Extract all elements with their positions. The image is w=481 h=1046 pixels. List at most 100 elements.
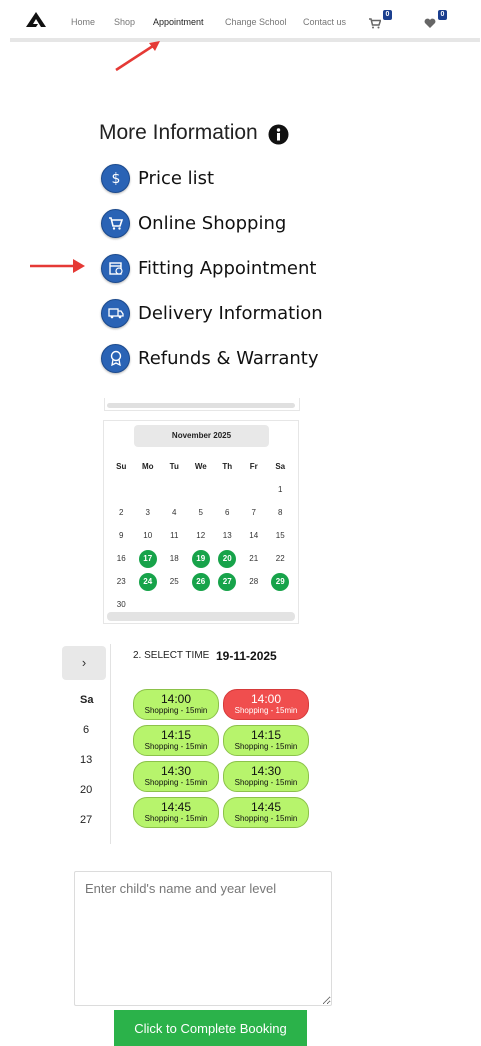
calendar-day-cell[interactable]: 26 bbox=[188, 572, 215, 591]
nav-appointment-link[interactable]: Appointment bbox=[153, 17, 204, 27]
nav-shop-link[interactable]: Shop bbox=[114, 17, 135, 27]
time-slot-label: Shopping - 15min bbox=[144, 778, 208, 787]
menu-item-label: Online Shopping bbox=[138, 212, 287, 234]
calendar-day-cell[interactable]: 4 bbox=[161, 508, 188, 517]
calendar-day-cell[interactable]: 19 bbox=[188, 549, 215, 568]
calendar-day[interactable]: 13 bbox=[80, 754, 92, 766]
calendar-day-cell[interactable]: 22 bbox=[267, 554, 294, 563]
calendar-day[interactable]: 20 bbox=[80, 784, 92, 796]
calendar-week-row: 2345678 bbox=[108, 501, 294, 524]
calendar-day-cell[interactable]: 24 bbox=[135, 572, 162, 591]
cart-button[interactable]: 0 bbox=[369, 10, 392, 34]
calendar-day-cell[interactable]: 23 bbox=[108, 577, 135, 586]
annotation-arrow-icon bbox=[115, 41, 160, 72]
time-slot-time: 14:45 bbox=[250, 800, 282, 814]
calendar-icon bbox=[101, 253, 130, 283]
time-slot-label: Shopping - 15min bbox=[144, 814, 208, 823]
wishlist-button[interactable]: 0 bbox=[424, 10, 447, 34]
calendar-day-cell[interactable]: 28 bbox=[241, 577, 268, 586]
time-slot[interactable]: 14:30 Shopping - 15min bbox=[133, 761, 219, 792]
time-slot-label: Shopping - 15min bbox=[144, 706, 208, 715]
cart-icon bbox=[369, 16, 382, 33]
time-slot-time: 14:15 bbox=[250, 728, 282, 742]
calendar-week-row: 16 17 18 19 20 21 22 bbox=[108, 547, 294, 570]
calendar-day-cell[interactable]: 5 bbox=[188, 508, 215, 517]
time-slot[interactable]: 14:15 Shopping - 15min bbox=[223, 725, 309, 756]
day-of-week-label: We bbox=[194, 462, 207, 471]
day-of-week-label: Tu bbox=[169, 462, 179, 471]
calendar-day-cell[interactable]: 6 bbox=[214, 508, 241, 517]
menu-item-online-shopping[interactable]: Online Shopping bbox=[101, 208, 286, 238]
time-slot[interactable]: 14:45 Shopping - 15min bbox=[133, 797, 219, 828]
selected-date: 19-11-2025 bbox=[216, 649, 277, 663]
available-day[interactable]: 29 bbox=[271, 572, 290, 591]
calendar-day-cell[interactable]: 8 bbox=[267, 508, 294, 517]
calendar-day-cell[interactable]: 30 bbox=[108, 600, 135, 609]
child-details-textarea[interactable] bbox=[74, 871, 332, 1006]
available-day[interactable]: 26 bbox=[191, 572, 210, 591]
calendar-day-cell[interactable]: 9 bbox=[108, 531, 135, 540]
nav-home-link[interactable]: Home bbox=[71, 17, 95, 27]
calendar-day-cell[interactable]: 20 bbox=[214, 549, 241, 568]
menu-item-label: Fitting Appointment bbox=[138, 257, 317, 279]
next-month-button[interactable]: › bbox=[62, 646, 106, 680]
calendar-day[interactable]: 6 bbox=[83, 724, 89, 736]
calendar-day-cell[interactable]: 2 bbox=[108, 508, 135, 517]
info-icon bbox=[268, 124, 289, 150]
menu-item-label: Refunds & Warranty bbox=[138, 347, 319, 369]
available-day[interactable]: 24 bbox=[138, 572, 157, 591]
complete-booking-button[interactable]: Click to Complete Booking bbox=[114, 1010, 307, 1046]
calendar-day-cell[interactable]: 1 bbox=[267, 485, 294, 494]
calendar-day-cell[interactable]: 15 bbox=[267, 531, 294, 540]
day-of-week-label: Fr bbox=[249, 462, 258, 471]
calendar-day-cell[interactable]: 25 bbox=[161, 577, 188, 586]
day-of-week-label: Sa bbox=[275, 462, 286, 471]
available-day[interactable]: 27 bbox=[218, 572, 237, 591]
time-slot-booked[interactable]: 14:00 Shopping - 15min bbox=[223, 689, 309, 720]
nav-change-school-link[interactable]: Change School bbox=[225, 17, 287, 27]
time-slot-time: 14:30 bbox=[250, 764, 282, 778]
badge-icon bbox=[101, 343, 130, 373]
menu-item-refunds-warranty[interactable]: Refunds & Warranty bbox=[101, 343, 319, 373]
scrollbar[interactable] bbox=[107, 403, 295, 408]
calendar-day-cell[interactable]: 21 bbox=[241, 554, 268, 563]
available-day[interactable]: 17 bbox=[138, 549, 157, 568]
calendar-day-cell[interactable]: 18 bbox=[161, 554, 188, 563]
menu-item-price-list[interactable]: $ Price list bbox=[101, 163, 214, 193]
calendar-day[interactable]: 27 bbox=[80, 814, 92, 826]
available-day[interactable]: 19 bbox=[191, 549, 210, 568]
time-slot-label: Shopping - 15min bbox=[234, 742, 298, 751]
menu-item-fitting-appointment[interactable]: Fitting Appointment bbox=[101, 253, 316, 283]
calendar-day-cell[interactable]: 29 bbox=[267, 572, 294, 591]
calendar-day-cell[interactable]: 10 bbox=[135, 531, 162, 540]
svg-text:$: $ bbox=[111, 171, 120, 186]
time-slot-label: Shopping - 15min bbox=[144, 742, 208, 751]
time-slot[interactable]: 14:00 Shopping - 15min bbox=[133, 689, 219, 720]
previous-calendar-panel bbox=[104, 398, 300, 411]
heart-icon bbox=[424, 16, 436, 33]
more-info-title: More Information bbox=[99, 121, 258, 144]
time-slot-label: Shopping - 15min bbox=[234, 778, 298, 787]
calendar-scrollbar[interactable] bbox=[107, 612, 295, 621]
calendar-day-cell[interactable]: 17 bbox=[135, 549, 162, 568]
calendar-day-cell[interactable]: 13 bbox=[214, 531, 241, 540]
calendar-day-cell[interactable]: 27 bbox=[214, 572, 241, 591]
time-slot-label: Shopping - 15min bbox=[234, 814, 298, 823]
time-slot[interactable]: 14:15 Shopping - 15min bbox=[133, 725, 219, 756]
calendar-day-cell[interactable]: 14 bbox=[241, 531, 268, 540]
time-slot[interactable]: 14:45 Shopping - 15min bbox=[223, 797, 309, 828]
day-of-week-label: Mo bbox=[141, 462, 154, 471]
calendar-day-cell[interactable]: 7 bbox=[241, 508, 268, 517]
calendar-month-header: November 2025 bbox=[134, 425, 269, 447]
time-slot[interactable]: 14:30 Shopping - 15min bbox=[223, 761, 309, 792]
day-of-week-label: Su bbox=[116, 462, 127, 471]
available-day[interactable]: 20 bbox=[218, 549, 237, 568]
menu-item-delivery-information[interactable]: Delivery Information bbox=[101, 298, 323, 328]
day-of-week-label: Sa bbox=[80, 694, 94, 706]
calendar-day-cell[interactable]: 11 bbox=[161, 531, 188, 540]
nav-contact-link[interactable]: Contact us bbox=[303, 17, 346, 27]
calendar-day-cell[interactable]: 16 bbox=[108, 554, 135, 563]
calendar-day-cell[interactable]: 12 bbox=[188, 531, 215, 540]
logo-icon[interactable] bbox=[24, 10, 48, 33]
calendar-day-cell[interactable]: 3 bbox=[135, 508, 162, 517]
